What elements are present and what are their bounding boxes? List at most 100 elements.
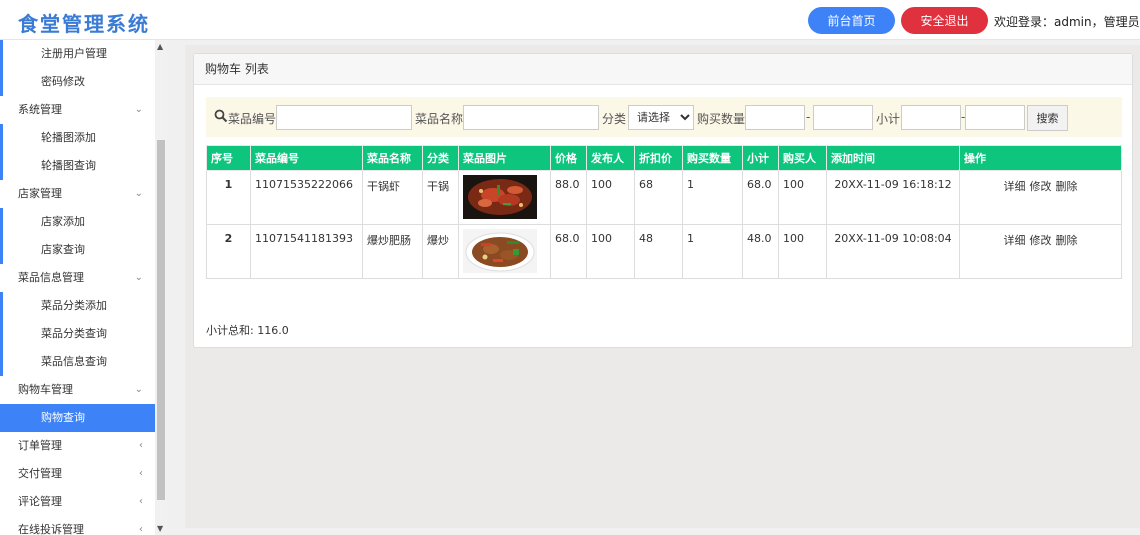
top-header: 食堂管理系统 前台首页 安全退出 欢迎登录：admin，管理员 [0,0,1140,40]
sidebar-item-shop-add[interactable]: 店家添加 [0,208,155,236]
cell-no: 1 [206,170,251,225]
category-label: 分类 [602,112,627,126]
scroll-up-icon[interactable]: ▲ [157,42,163,51]
chevron-down-icon: ⌄ [134,104,143,115]
sidebar-item-shop-query[interactable]: 店家查询 [0,236,155,264]
col-header[interactable]: 操作 [959,145,1122,171]
sidebar-item-label: 店家管理 [18,187,62,200]
cell-discount: 48 [634,224,683,279]
brand-title: 食堂管理系统 [18,12,150,36]
cell-subtotal: 68.0 [742,170,779,225]
cell-publisher: 100 [586,224,635,279]
cart-list-panel: 购物车 列表 菜品编号 菜品名称 分类 请选择 购买数量 - 小计 - 搜索 序… [193,53,1133,348]
sidebar-item-carousel-add[interactable]: 轮播图添加 [0,124,155,152]
quantity-min-input[interactable] [745,105,805,130]
sidebar-item-cart[interactable]: 购物车管理 ⌄ [0,376,155,404]
sidebar-scrollbar[interactable]: ▲ ▼ [155,40,167,535]
cell-price: 68.0 [550,224,587,279]
sidebar-item-comments[interactable]: 评论管理 ‹ [0,488,155,516]
subtotal-sum: 小计总和: 116.0 [206,324,289,337]
cell-code: 11071541181393 [250,224,363,279]
sidebar-item-label: 交付管理 [18,467,62,480]
sidebar-item-label: 店家查询 [41,243,85,256]
cell-qty: 1 [682,170,743,225]
sidebar-item-label: 菜品信息查询 [41,355,107,368]
cell-no: 2 [206,224,251,279]
sidebar-item-label: 轮播图查询 [41,159,96,172]
col-header[interactable]: 购买人 [778,145,827,171]
col-header[interactable]: 菜品名称 [362,145,423,171]
chevron-left-icon: ‹ [139,524,143,535]
sidebar-item-label: 评论管理 [18,495,62,508]
cell-name: 爆炒肥肠 [362,224,423,279]
sidebar-item-shop[interactable]: 店家管理 ⌄ [0,180,155,208]
sidebar-item-label: 密码修改 [41,75,85,88]
sidebar-item-carousel-query[interactable]: 轮播图查询 [0,152,155,180]
dish-code-input[interactable] [276,105,412,130]
dish-image-stir-fried-intestines[interactable] [463,229,537,273]
sidebar-item-label: 购物车管理 [18,383,73,396]
cell-category: 干锅 [422,170,459,225]
sidebar-item-dish-info[interactable]: 菜品信息管理 ⌄ [0,264,155,292]
subtotal-label: 小计 [876,112,901,126]
subtotal-max-input[interactable] [965,105,1025,130]
cell-time: 20XX-11-09 10:08:04 [826,224,960,279]
quantity-max-input[interactable] [813,105,873,130]
sidebar-item-delivery[interactable]: 交付管理 ‹ [0,460,155,488]
delete-link[interactable]: 删除 [1056,180,1078,193]
dish-image-dry-pot-shrimp[interactable] [463,175,537,219]
subtotal-min-input[interactable] [901,105,961,130]
cell-discount: 68 [634,170,683,225]
sidebar-item-cart-query[interactable]: 购物查询 [0,404,155,432]
cell-image [458,170,551,225]
col-header[interactable]: 序号 [206,145,251,171]
logout-button[interactable]: 安全退出 [901,7,988,34]
chevron-left-icon: ‹ [139,440,143,451]
col-header[interactable]: 发布人 [586,145,635,171]
scroll-down-icon[interactable]: ▼ [157,524,163,533]
col-header[interactable]: 分类 [422,145,459,171]
col-header[interactable]: 添加时间 [826,145,960,171]
col-header[interactable]: 菜品图片 [458,145,551,171]
table-row: 2 11071541181393 爆炒肥肠 爆炒 68.0 100 48 1 4… [206,224,1122,279]
edit-link[interactable]: 修改 [1030,234,1052,247]
col-header[interactable]: 购买数量 [682,145,743,171]
sidebar-item-dish-info-query[interactable]: 菜品信息查询 [0,348,155,376]
home-button[interactable]: 前台首页 [808,7,895,34]
category-select[interactable]: 请选择 [628,105,694,130]
delete-link[interactable]: 删除 [1056,234,1078,247]
col-header[interactable]: 价格 [550,145,587,171]
cell-image [458,224,551,279]
cell-price: 88.0 [550,170,587,225]
cell-actions: 详细 修改 删除 [959,170,1122,225]
scroll-thumb[interactable] [157,140,165,500]
table-row: 1 11071535222066 干锅虾 干锅 88.0 100 68 1 68… [206,170,1122,225]
cell-time: 20XX-11-09 16:18:12 [826,170,960,225]
search-icon [214,109,228,123]
cell-actions: 详细 修改 删除 [959,224,1122,279]
sidebar-item-user-management[interactable]: 注册用户管理 [0,40,155,68]
dish-code-label: 菜品编号 [228,112,277,126]
dish-name-input[interactable] [463,105,599,130]
chevron-down-icon: ⌄ [134,384,143,395]
sidebar-item-dish-category-query[interactable]: 菜品分类查询 [0,320,155,348]
cell-subtotal: 48.0 [742,224,779,279]
sidebar-item-label: 系统管理 [18,103,62,116]
detail-link[interactable]: 详细 [1004,180,1026,193]
sidebar-item-password[interactable]: 密码修改 [0,68,155,96]
chevron-left-icon: ‹ [139,468,143,479]
chevron-left-icon: ‹ [139,496,143,507]
sidebar-item-system[interactable]: 系统管理 ⌄ [0,96,155,124]
sidebar-item-dish-category-add[interactable]: 菜品分类添加 [0,292,155,320]
sidebar-item-complaints[interactable]: 在线投诉管理 ‹ [0,516,155,535]
dish-name-label: 菜品名称 [415,112,464,126]
sidebar-item-label: 店家添加 [41,215,85,228]
edit-link[interactable]: 修改 [1030,180,1052,193]
sidebar: 注册用户管理 密码修改 系统管理 ⌄ 轮播图添加 轮播图查询 店家管理 ⌄ 店家添加… [0,40,155,535]
col-header[interactable]: 菜品编号 [250,145,363,171]
detail-link[interactable]: 详细 [1004,234,1026,247]
sidebar-item-orders[interactable]: 订单管理 ‹ [0,432,155,460]
col-header[interactable]: 折扣价 [634,145,683,171]
col-header[interactable]: 小计 [742,145,779,171]
search-button[interactable]: 搜索 [1027,105,1068,131]
